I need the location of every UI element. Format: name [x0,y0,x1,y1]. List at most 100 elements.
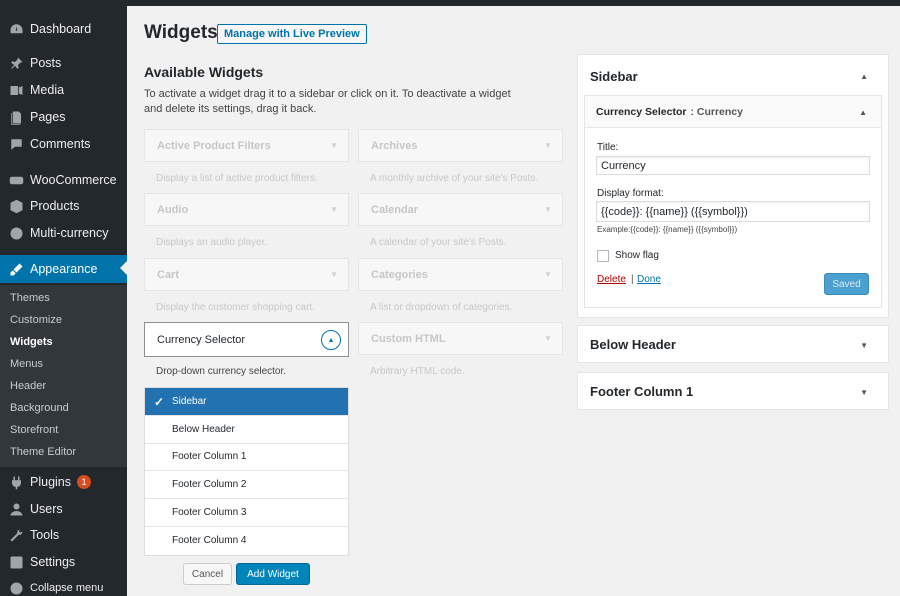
menu-settings[interactable]: Settings [0,549,127,575]
plugin-icon [8,474,24,490]
widget-area-below-header[interactable]: Below Header ▼ [577,325,889,363]
widget-area-chooser: ✓ Sidebar Below Header Footer Column 1 Fo… [144,387,349,556]
menu-label: WooCommerce [30,173,117,187]
title-field[interactable]: Currency [596,156,870,175]
display-format-field[interactable]: {{code}}: {{name}} ({{symbol}}) [596,201,870,222]
widget-title: Custom HTML [371,332,446,345]
chevron-up-icon[interactable]: ▲ [859,108,867,117]
saved-button[interactable]: Saved [824,273,869,295]
menu-comments[interactable]: Comments [0,131,127,157]
menu-plugins[interactable]: Plugins 1 [0,469,127,495]
chevron-down-icon: ▼ [330,270,338,279]
widget-description: A calendar of your site's Posts. [370,237,507,248]
chooser-item-below-header[interactable]: Below Header [145,416,348,444]
menu-media[interactable]: Media [0,77,127,103]
submenu-customize[interactable]: Customize [10,314,62,326]
widget-audio[interactable]: Audio ▼ [144,193,349,226]
plugins-update-badge: 1 [77,475,91,489]
area-title[interactable]: Sidebar [590,69,638,84]
add-widget-button[interactable]: Add Widget [236,563,310,585]
pin-icon [8,55,24,71]
widget-description: Arbitrary HTML code. [370,366,465,377]
menu-label: Settings [30,555,76,569]
menu-multi-currency[interactable]: Multi-currency [0,220,127,246]
submenu-widgets[interactable]: Widgets [10,336,53,348]
menu-label: Dashboard [30,22,92,36]
submenu-storefront[interactable]: Storefront [10,424,58,436]
delete-link[interactable]: Delete [597,274,626,285]
menu-dashboard[interactable]: Dashboard [0,16,127,42]
comments-icon [8,136,24,152]
chevron-down-icon[interactable]: ▼ [860,341,868,350]
widget-header[interactable]: Currency Selector: Currency ▲ [585,96,881,128]
chooser-item-footer-column-2[interactable]: Footer Column 2 [145,471,348,500]
menu-appearance[interactable]: Appearance [0,255,127,283]
chevron-down-icon[interactable]: ▼ [860,388,868,397]
appearance-submenu: Themes Customize Widgets Menus Header Ba… [0,285,127,467]
chooser-item-footer-column-3[interactable]: Footer Column 3 [145,499,348,527]
products-icon [8,198,24,214]
chevron-down-icon: ▼ [544,205,552,214]
submenu-themes[interactable]: Themes [10,292,50,304]
chooser-item-footer-column-1[interactable]: Footer Column 1 [145,444,348,472]
widget-title: Archives [371,139,418,152]
globe-icon [8,225,24,241]
cancel-button[interactable]: Cancel [183,563,232,585]
chevron-up-icon[interactable]: ▲ [860,72,868,81]
chooser-label: Sidebar [172,395,207,407]
widget-name: Currency Selector [596,105,687,118]
format-example: Example:{{code}}: {{name}} ({{symbol}}) [597,225,738,234]
widget-calendar[interactable]: Calendar ▼ [358,193,563,226]
widget-description: Drop-down currency selector. [156,366,287,377]
submenu-menus[interactable]: Menus [10,358,43,370]
available-widgets-title: Available Widgets [144,64,264,80]
menu-label: Multi-currency [30,226,109,240]
menu-woocommerce[interactable]: WooCommerce [0,167,127,193]
dashboard-icon [8,21,24,37]
chevron-up-icon[interactable]: ▲ [321,330,341,350]
users-icon [8,501,24,517]
submenu-background[interactable]: Background [10,402,69,414]
chevron-down-icon: ▼ [330,141,338,150]
widget-custom-html[interactable]: Custom HTML ▼ [358,322,563,355]
pages-icon [8,109,24,125]
widget-title: Categories [371,268,428,281]
menu-products[interactable]: Products [0,193,127,219]
menu-posts[interactable]: Posts [0,50,127,76]
widget-area-footer-column-1[interactable]: Footer Column 1 ▼ [577,372,889,410]
show-flag-checkbox[interactable] [597,250,609,262]
chooser-item-footer-column-4[interactable]: Footer Column 4 [145,527,348,555]
checkmark-icon: ✓ [154,395,165,409]
chevron-down-icon: ▼ [330,205,338,214]
widget-description: Displays an audio player. [156,237,268,248]
widget-title: Calendar [371,203,419,216]
brush-icon [8,261,24,277]
chooser-label: Footer Column 3 [172,507,247,519]
widget-currency-selector[interactable]: Currency Selector ▲ [144,322,349,357]
done-link[interactable]: Done [637,274,661,285]
widget-active-product-filters[interactable]: Active Product Filters ▼ [144,129,349,162]
menu-label: Products [30,199,80,213]
area-title: Below Header [590,337,676,352]
title-label: Title: [597,142,619,153]
submenu-theme-editor[interactable]: Theme Editor [10,446,76,458]
collapse-menu-button[interactable]: Collapse menu [0,575,127,596]
available-widgets-description: To activate a widget drag it to a sideba… [144,88,511,115]
settings-icon [8,554,24,570]
link-separator: | [631,274,634,285]
submenu-header[interactable]: Header [10,380,46,392]
show-flag-label: Show flag [615,250,659,261]
menu-tools[interactable]: Tools [0,522,127,548]
manage-live-preview-button[interactable]: Manage with Live Preview [217,24,367,44]
admin-bar [0,0,900,6]
area-title: Footer Column 1 [590,384,694,399]
widget-archives[interactable]: Archives ▼ [358,129,563,162]
chooser-item-sidebar[interactable]: ✓ Sidebar [145,388,348,416]
chevron-down-icon: ▼ [544,334,552,343]
menu-users[interactable]: Users [0,496,127,522]
widget-categories[interactable]: Categories ▼ [358,258,563,291]
widget-title: Audio [157,203,189,216]
menu-pages[interactable]: Pages [0,104,127,130]
collapse-icon [8,580,24,596]
widget-cart[interactable]: Cart ▼ [144,258,349,291]
